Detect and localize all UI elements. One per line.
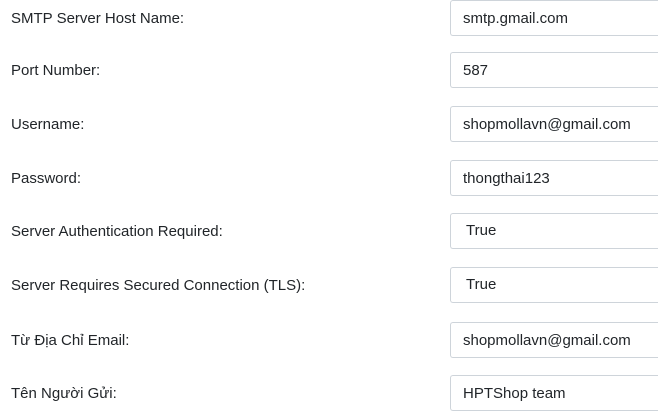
smtp-host-label: SMTP Server Host Name: [11, 10, 185, 27]
username-row: Username: [0, 106, 658, 146]
smtp-host-input[interactable] [450, 0, 658, 36]
smtp-host-row: SMTP Server Host Name: [0, 0, 658, 40]
username-input[interactable] [450, 106, 658, 142]
auth-required-row: Server Authentication Required: True [0, 213, 658, 253]
tls-select[interactable]: True [450, 267, 658, 303]
password-input[interactable] [450, 160, 658, 196]
from-email-row: Từ Địa Chỉ Email: [0, 322, 658, 362]
sender-name-input[interactable] [450, 375, 658, 411]
auth-required-select[interactable]: True [450, 213, 658, 249]
from-email-label: Từ Địa Chỉ Email: [11, 332, 130, 349]
password-row: Password: [0, 160, 658, 200]
username-label: Username: [11, 116, 85, 133]
port-row: Port Number: [0, 52, 658, 92]
auth-required-label: Server Authentication Required: [11, 223, 223, 240]
port-input[interactable] [450, 52, 658, 88]
tls-label: Server Requires Secured Connection (TLS)… [11, 277, 306, 294]
port-label: Port Number: [11, 62, 101, 79]
sender-name-label: Tên Người Gửi: [11, 385, 117, 402]
from-email-input[interactable] [450, 322, 658, 358]
smtp-settings-form: SMTP Server Host Name: Port Number: User… [0, 0, 658, 417]
sender-name-row: Tên Người Gửi: [0, 375, 658, 415]
password-label: Password: [11, 170, 82, 187]
tls-row: Server Requires Secured Connection (TLS)… [0, 267, 658, 307]
